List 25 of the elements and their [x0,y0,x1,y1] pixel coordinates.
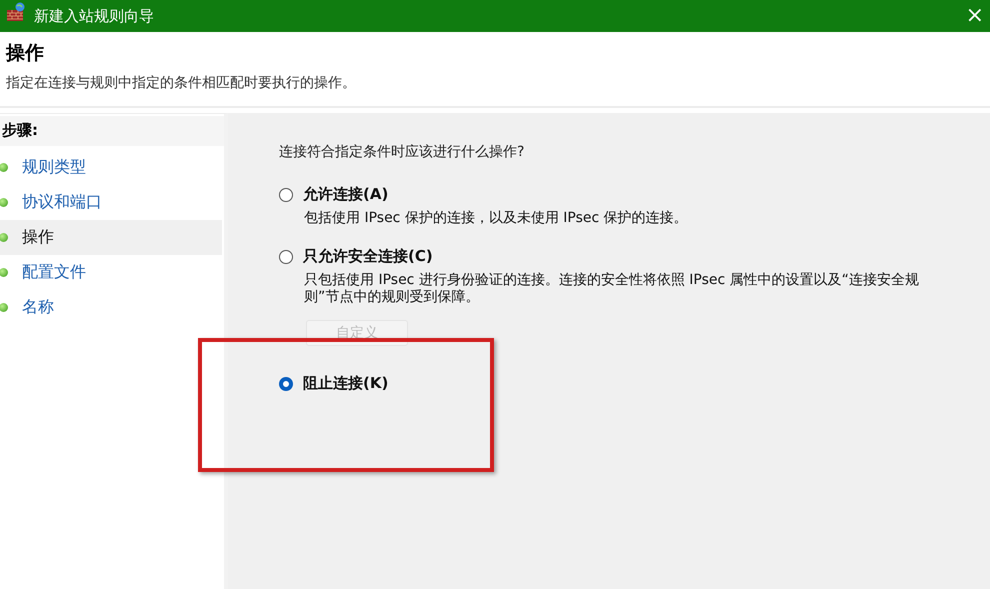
page-description: 指定在连接与规则中指定的条件相匹配时要执行的操作。 [6,74,357,92]
firewall-icon [6,2,26,22]
option-description: 包括使用 IPsec 保护的连接，以及未使用 IPsec 保护的连接。 [304,210,689,227]
option-label[interactable]: 只允许安全连接(C) [303,247,433,266]
bullet-icon [0,163,8,172]
step-item[interactable]: 配置文件 [0,255,222,290]
step-item[interactable]: 操作 [0,220,222,255]
step-item[interactable]: 协议和端口 [0,185,222,220]
bullet-icon [0,233,8,242]
radio-button[interactable] [279,376,293,390]
bullet-icon [0,198,8,207]
window-title: 新建入站规则向导 [34,6,154,26]
radio-button[interactable] [279,250,293,264]
radio-button[interactable] [279,188,293,202]
option-description: 只包括使用 IPsec 进行身份验证的连接。连接的安全性将依照 IPsec 属性中的设置以及“连接安全规则”节点中的规则受到保障。 [304,272,920,306]
option-label[interactable]: 允许连接(A) [303,185,388,204]
step-item[interactable]: 名称 [0,290,222,325]
bullet-icon [0,268,8,277]
option-label[interactable]: 阻止连接(K) [303,374,388,393]
page-heading: 操作 [6,41,45,66]
question-text: 连接符合指定条件时应该进行什么操作? [279,143,526,161]
close-button[interactable]: × [960,2,990,30]
step-item[interactable]: 规则类型 [0,150,222,185]
steps-heading: 步骤: [0,116,224,146]
bullet-icon [0,303,8,312]
